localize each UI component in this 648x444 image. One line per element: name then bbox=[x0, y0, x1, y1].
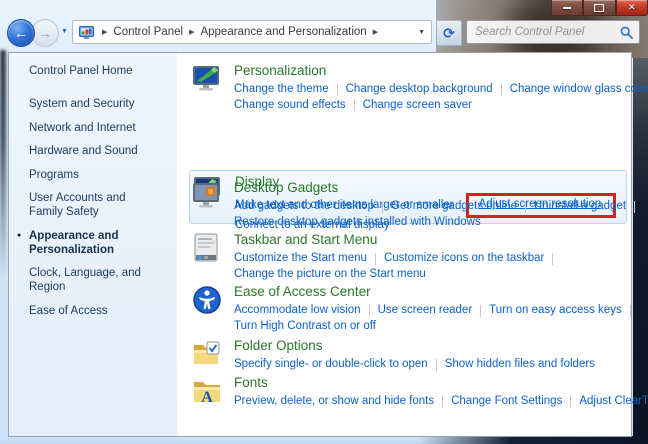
content-area: Control Panel Home System and Security N… bbox=[8, 52, 632, 437]
titlebar-buttons: ✕ bbox=[551, 0, 648, 15]
search-input[interactable] bbox=[473, 25, 620, 39]
link-turn-high-contrast-on-or-off[interactable]: Turn High Contrast on or off bbox=[234, 319, 376, 335]
sidebar-item-clock-language-and-region[interactable]: Clock, Language, and Region bbox=[29, 264, 161, 296]
section-fonts: A Fonts Preview, delete, or show and hid… bbox=[191, 375, 648, 410]
search-box bbox=[466, 20, 640, 44]
link-change-screen-saver[interactable]: Change screen saver bbox=[363, 98, 472, 114]
section-title[interactable]: Ease of Access Center bbox=[234, 284, 639, 299]
sidebar-item-system-and-security[interactable]: System and Security bbox=[29, 95, 161, 113]
sidebar-item-network-and-internet[interactable]: Network and Internet bbox=[29, 119, 161, 137]
link-change-sound-effects[interactable]: Change sound effects bbox=[234, 98, 346, 114]
section-taskbar-and-start-menu: Taskbar and Start Menu Customize the Sta… bbox=[191, 232, 561, 282]
link-turn-on-easy-access-keys[interactable]: Turn on easy access keys bbox=[489, 303, 622, 319]
section-title[interactable]: Desktop Gadgets bbox=[234, 180, 643, 195]
link-change-font-settings[interactable]: Change Font Settings bbox=[451, 394, 562, 410]
personalization-icon bbox=[191, 63, 223, 95]
close-icon: ✕ bbox=[628, 3, 636, 12]
section-desktop-gadgets: Desktop Gadgets Add gadgets to the deskt… bbox=[191, 180, 643, 230]
link-specify-single-or-double-click[interactable]: Specify single- or double-click to open bbox=[234, 357, 428, 373]
folder-options-icon bbox=[191, 338, 223, 370]
refresh-button[interactable]: ⟳ bbox=[436, 20, 462, 46]
refresh-icon: ⟳ bbox=[443, 25, 455, 42]
section-title[interactable]: Personalization bbox=[234, 63, 648, 78]
sidebar-item-user-accounts-and-family-safety[interactable]: User Accounts and Family Safety bbox=[29, 189, 161, 221]
navigation-toolbar: ← → ▼ ▶ Control Panel ▶ Appearance and P… bbox=[0, 18, 648, 48]
sidebar-item-appearance-and-personalization[interactable]: ● Appearance and Personalization bbox=[29, 227, 161, 259]
link-get-more-gadgets-online[interactable]: Get more gadgets online bbox=[391, 199, 517, 215]
forward-arrow-icon: → bbox=[38, 25, 52, 41]
link-change-the-theme[interactable]: Change the theme bbox=[234, 82, 329, 98]
breadcrumb-arrow-icon[interactable]: ▶ bbox=[373, 28, 378, 36]
link-use-screen-reader[interactable]: Use screen reader bbox=[378, 303, 473, 319]
recent-pages-dropdown-icon[interactable]: ▼ bbox=[61, 28, 68, 35]
back-arrow-icon: ← bbox=[14, 25, 28, 41]
link-change-start-menu-picture[interactable]: Change the picture on the Start menu bbox=[234, 267, 426, 283]
link-show-hidden-files-and-folders[interactable]: Show hidden files and folders bbox=[445, 357, 595, 373]
breadcrumb-arrow-icon: ▶ bbox=[102, 28, 107, 36]
link-customize-start-menu[interactable]: Customize the Start menu bbox=[234, 251, 367, 267]
svg-text:A: A bbox=[201, 389, 213, 406]
section-personalization: Personalization Change the theme Change … bbox=[191, 63, 648, 113]
link-add-gadgets-to-desktop[interactable]: Add gadgets to the desktop bbox=[234, 199, 374, 215]
taskbar-start-menu-icon bbox=[191, 232, 223, 264]
breadcrumb-arrow-icon[interactable]: ▶ bbox=[189, 28, 194, 36]
fonts-icon: A bbox=[191, 375, 223, 407]
sidebar-item-control-panel-home[interactable]: Control Panel Home bbox=[29, 65, 169, 77]
maximize-icon bbox=[594, 4, 604, 12]
search-icon[interactable] bbox=[620, 26, 633, 39]
link-restore-desktop-gadgets[interactable]: Restore desktop gadgets installed with W… bbox=[234, 215, 481, 231]
desktop-backdrop-left bbox=[0, 50, 6, 280]
section-folder-options: Folder Options Specify single- or double… bbox=[191, 338, 595, 373]
breadcrumb-item-control-panel[interactable]: Control Panel bbox=[113, 26, 183, 38]
sidebar-item-hardware-and-sound[interactable]: Hardware and Sound bbox=[29, 142, 161, 160]
sidebar-item-ease-of-access[interactable]: Ease of Access bbox=[29, 302, 161, 320]
link-adjust-cleartype-text[interactable]: Adjust ClearType text bbox=[579, 394, 648, 410]
main-panel: Personalization Change the theme Change … bbox=[177, 53, 631, 436]
ease-of-access-icon bbox=[191, 284, 223, 316]
link-change-desktop-background[interactable]: Change desktop background bbox=[346, 82, 493, 98]
section-title[interactable]: Folder Options bbox=[234, 338, 595, 353]
link-uninstall-a-gadget[interactable]: Uninstall a gadget bbox=[534, 199, 626, 215]
link-preview-delete-show-hide-fonts[interactable]: Preview, delete, or show and hide fonts bbox=[234, 394, 434, 410]
desktop-gadgets-icon bbox=[191, 180, 223, 212]
section-ease-of-access-center: Ease of Access Center Accommodate low vi… bbox=[191, 284, 639, 334]
link-accommodate-low-vision[interactable]: Accommodate low vision bbox=[234, 303, 361, 319]
sidebar: Control Panel Home System and Security N… bbox=[9, 53, 177, 436]
breadcrumb-dropdown-icon[interactable]: ▼ bbox=[418, 29, 427, 36]
breadcrumb[interactable]: ▶ Control Panel ▶ Appearance and Persona… bbox=[72, 20, 432, 44]
link-customize-taskbar-icons[interactable]: Customize icons on the taskbar bbox=[384, 251, 544, 267]
link-change-window-glass-colors[interactable]: Change window glass colors bbox=[510, 82, 648, 98]
control-panel-icon bbox=[79, 26, 94, 39]
close-button[interactable]: ✕ bbox=[616, 0, 648, 16]
breadcrumb-item-appearance-and-personalization[interactable]: Appearance and Personalization bbox=[200, 26, 366, 38]
section-title[interactable]: Taskbar and Start Menu bbox=[234, 232, 561, 247]
desktop-backdrop-bottom bbox=[420, 436, 648, 444]
active-bullet-icon: ● bbox=[17, 229, 21, 243]
maximize-button[interactable] bbox=[583, 0, 615, 16]
forward-button[interactable]: → bbox=[31, 19, 59, 47]
sidebar-item-programs[interactable]: Programs bbox=[29, 166, 161, 184]
section-title[interactable]: Fonts bbox=[234, 375, 648, 390]
minimize-icon bbox=[563, 7, 571, 9]
minimize-button[interactable] bbox=[551, 0, 583, 16]
back-button[interactable]: ← bbox=[7, 19, 35, 47]
